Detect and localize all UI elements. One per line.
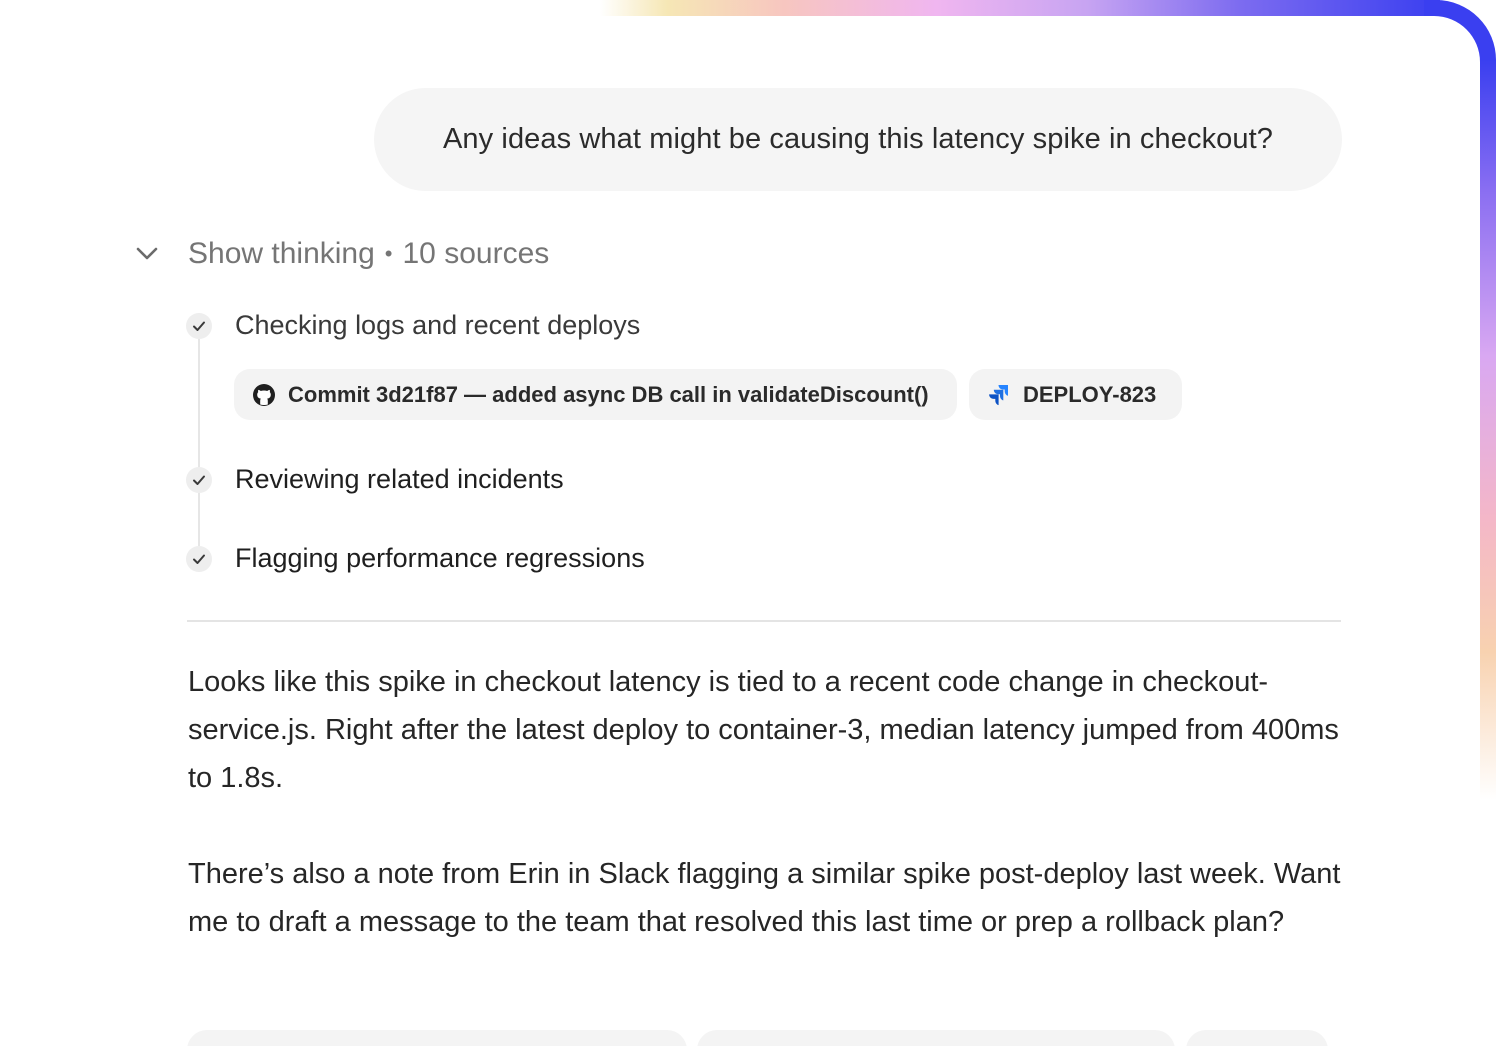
section-divider <box>187 620 1341 622</box>
thinking-step: Reviewing related incidents <box>186 464 564 495</box>
thinking-step-label: Checking logs and recent deploys <box>235 310 641 340</box>
check-icon <box>186 466 212 493</box>
source-chip-commit[interactable]: Commit 3d21f87 — added async DB call in … <box>234 369 957 420</box>
thinking-step-label: Reviewing related incidents <box>235 464 564 494</box>
chat-canvas: Any ideas what might be causing this lat… <box>0 0 1496 1046</box>
sources-count: 10 sources <box>402 237 550 270</box>
source-chip-label: Commit 3d21f87 — added async DB call in … <box>288 381 929 407</box>
gradient-frame-right <box>1480 60 1496 800</box>
chevron-down-icon <box>132 239 162 269</box>
assistant-answer-paragraph: Looks like this spike in checkout latenc… <box>188 658 1368 802</box>
suggestion-pill[interactable] <box>1186 1030 1328 1046</box>
suggestion-pill[interactable] <box>697 1030 1175 1046</box>
user-message-bubble: Any ideas what might be causing this lat… <box>374 88 1342 191</box>
jira-icon <box>987 383 1011 407</box>
answer-text: There’s also a note from Erin in Slack f… <box>188 858 1341 938</box>
check-icon <box>186 545 212 572</box>
source-chip-label: DEPLOY-823 <box>1023 381 1157 407</box>
show-thinking-toggle[interactable]: Show thinking • 10 sources <box>132 232 549 276</box>
check-icon <box>186 312 212 339</box>
thinking-step: Flagging performance regressions <box>186 543 645 574</box>
assistant-answer-paragraph: There’s also a note from Erin in Slack f… <box>188 850 1368 946</box>
github-icon <box>252 383 276 407</box>
suggestion-pill[interactable] <box>187 1030 687 1046</box>
show-thinking-label: Show thinking <box>188 237 375 270</box>
thinking-step: Checking logs and recent deploys <box>186 310 640 341</box>
source-chip-deploy[interactable]: DEPLOY-823 <box>969 369 1182 420</box>
user-message-text: Any ideas what might be causing this lat… <box>442 123 1274 155</box>
answer-text: Looks like this spike in checkout latenc… <box>188 666 1339 794</box>
gradient-frame-top <box>600 0 1440 16</box>
thinking-step-label: Flagging performance regressions <box>235 543 645 573</box>
separator-dot: • <box>384 241 393 266</box>
steps-timeline <box>198 336 200 558</box>
